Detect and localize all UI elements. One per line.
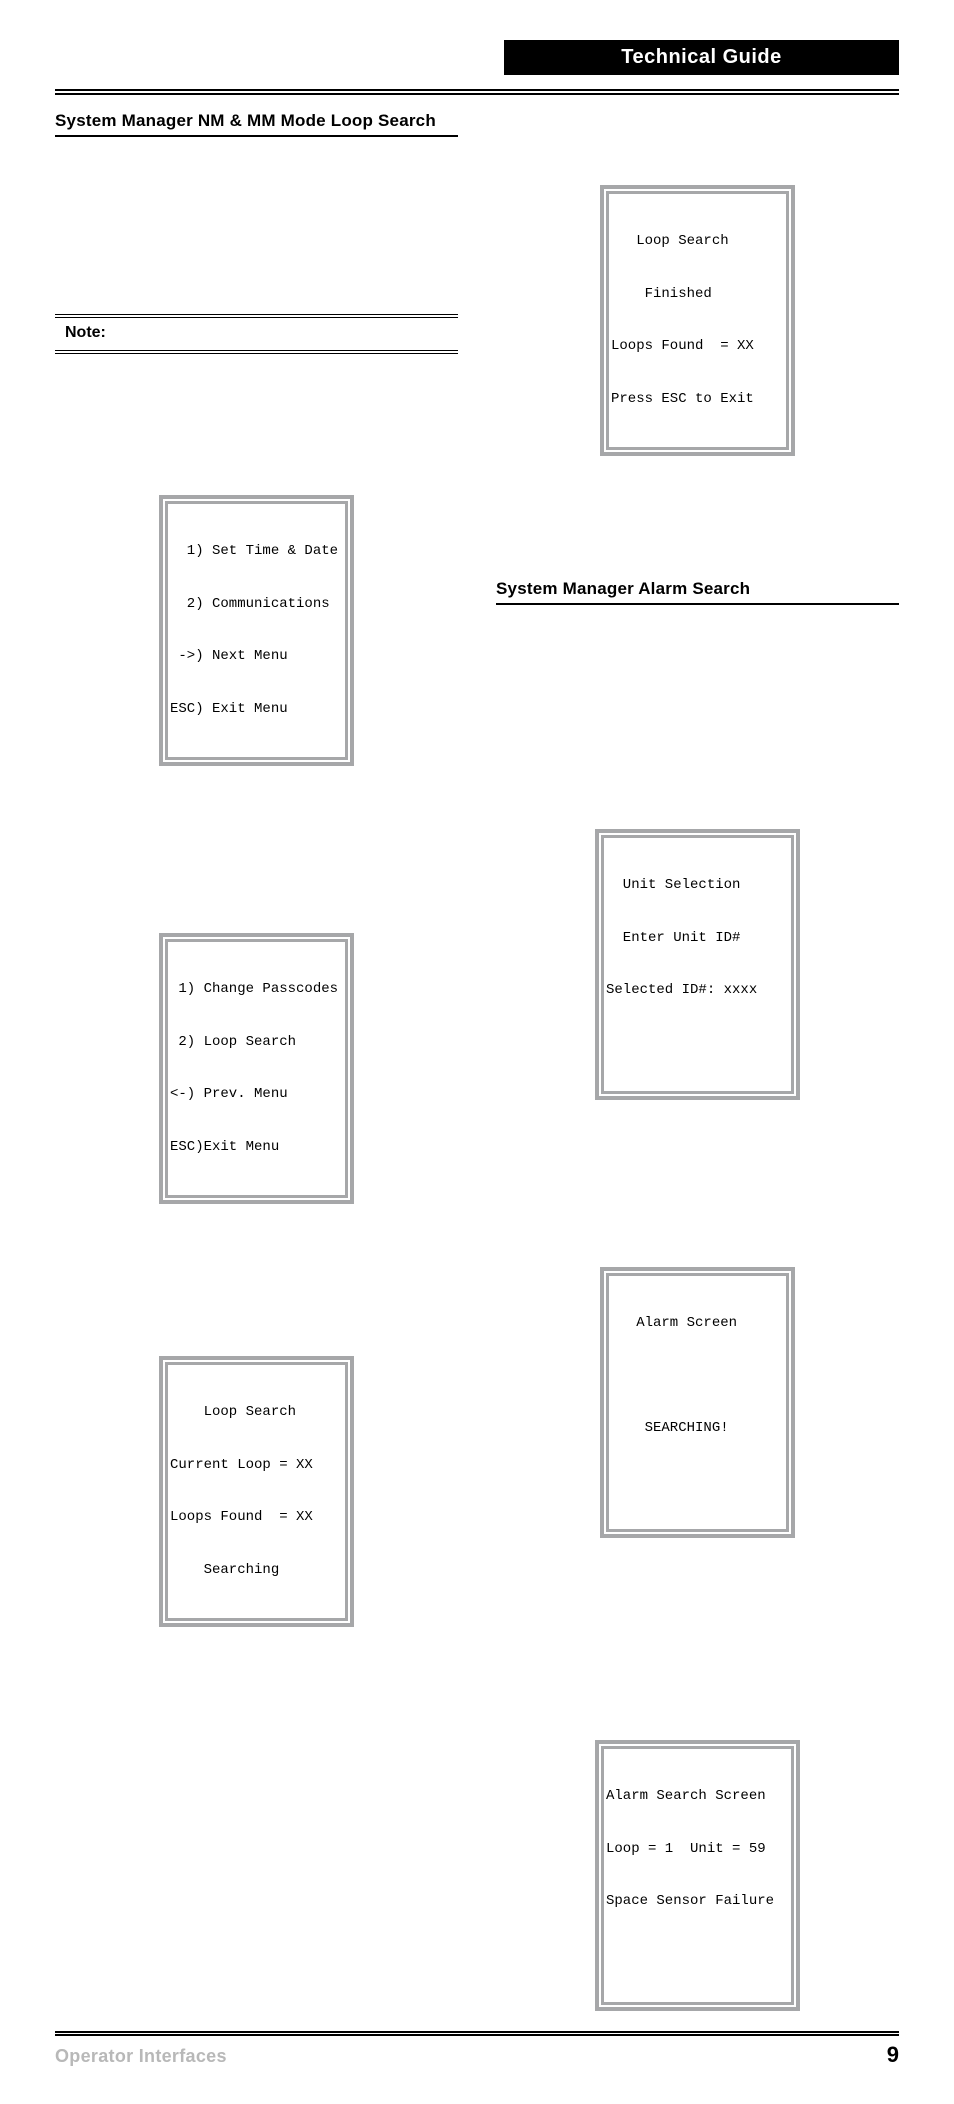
lcd-line: Alarm Screen xyxy=(611,1315,784,1333)
lcd-line: 1) Change Passcodes xyxy=(170,981,343,999)
section-heading-alarm-search: System Manager Alarm Search xyxy=(496,579,899,605)
lcd-line: <-) Prev. Menu xyxy=(170,1086,343,1104)
note-label: Note: xyxy=(65,324,458,342)
section-heading-loop-search: System Manager NM & MM Mode Loop Search xyxy=(55,111,458,137)
right-column: Loop Search Finished Loops Found = XX Pr… xyxy=(496,111,899,2074)
lcd-line: Searching xyxy=(170,1562,343,1580)
rule xyxy=(55,317,458,318)
lcd-line: Enter Unit ID# xyxy=(606,930,789,948)
lcd-line: Loop = 1 Unit = 59 xyxy=(606,1841,789,1859)
rule xyxy=(55,314,458,315)
lcd-line: Unit Selection xyxy=(606,877,789,895)
lcd-line: SEARCHING! xyxy=(611,1420,784,1438)
lcd-line xyxy=(611,1368,784,1386)
note-bottom-rules xyxy=(55,350,458,354)
lcd-line: ESC) Exit Menu xyxy=(170,701,343,719)
lcd-line: 2) Communications xyxy=(170,596,343,614)
rule xyxy=(55,353,458,354)
section-heading-text: System Manager Alarm Search xyxy=(496,579,750,598)
left-column: System Manager NM & MM Mode Loop Search … xyxy=(55,111,458,2074)
lcd-line: Alarm Search Screen xyxy=(606,1788,789,1806)
lcd-line: Space Sensor Failure xyxy=(606,1893,789,1911)
spacer xyxy=(496,519,899,579)
lcd-line: ->) Next Menu xyxy=(170,648,343,666)
rule xyxy=(55,350,458,351)
spacer xyxy=(55,356,458,446)
lcd-line: 2) Loop Search xyxy=(170,1034,343,1052)
lcd-line: Loops Found = XX xyxy=(170,1509,343,1527)
two-column-layout: System Manager NM & MM Mode Loop Search … xyxy=(55,111,899,2074)
lcd-line: Finished xyxy=(611,286,784,304)
lcd-menu-2: 1) Change Passcodes 2) Loop Search <-) P… xyxy=(159,898,354,1239)
section-heading-text: System Manager NM & MM Mode Loop Search xyxy=(55,111,436,130)
lcd-line: Press ESC to Exit xyxy=(611,391,784,409)
lcd-line xyxy=(606,1946,789,1964)
footer-left-text: Operator Interfaces xyxy=(55,2046,227,2067)
lcd-line: Current Loop = XX xyxy=(170,1457,343,1475)
footer-double-rule xyxy=(55,2031,899,2036)
lcd-line: Loop Search xyxy=(170,1404,343,1422)
note-top-rules xyxy=(55,314,458,318)
lcd-line: Selected ID#: xxxx xyxy=(606,982,789,1000)
spacer xyxy=(496,1601,899,1691)
page-number: 9 xyxy=(887,2042,899,2068)
spacer xyxy=(55,137,458,312)
lcd-line: Loops Found = XX xyxy=(611,338,784,356)
lcd-line: ESC)Exit Menu xyxy=(170,1139,343,1157)
spacer xyxy=(55,1267,458,1307)
lcd-loop-searching: Loop Search Current Loop = XX Loops Foun… xyxy=(159,1321,354,1662)
lcd-line: Loop Search xyxy=(611,233,784,251)
lcd-line: 1) Set Time & Date xyxy=(170,543,343,561)
header-title-bar: Technical Guide xyxy=(504,40,899,75)
spacer xyxy=(496,1163,899,1218)
spacer xyxy=(55,829,458,884)
spacer xyxy=(496,111,899,136)
lcd-loop-finished: Loop Search Finished Loops Found = XX Pr… xyxy=(600,150,795,491)
spacer xyxy=(496,605,899,780)
top-rule xyxy=(55,89,899,95)
lcd-unit-selection: Unit Selection Enter Unit ID# Selected I… xyxy=(595,794,800,1135)
lcd-menu-1: 1) Set Time & Date 2) Communications ->)… xyxy=(159,460,354,801)
page: Technical Guide System Manager NM & MM M… xyxy=(0,0,954,2104)
note-block: Note: xyxy=(55,314,458,354)
lcd-line xyxy=(606,1035,789,1053)
lcd-alarm-result: Alarm Search Screen Loop = 1 Unit = 59 S… xyxy=(595,1705,800,2046)
footer: Operator Interfaces 9 xyxy=(55,2031,899,2068)
lcd-alarm-searching: Alarm Screen SEARCHING! xyxy=(600,1232,795,1573)
lcd-line xyxy=(611,1473,784,1491)
footer-row: Operator Interfaces 9 xyxy=(55,2042,899,2068)
header-title: Technical Guide xyxy=(621,46,782,68)
